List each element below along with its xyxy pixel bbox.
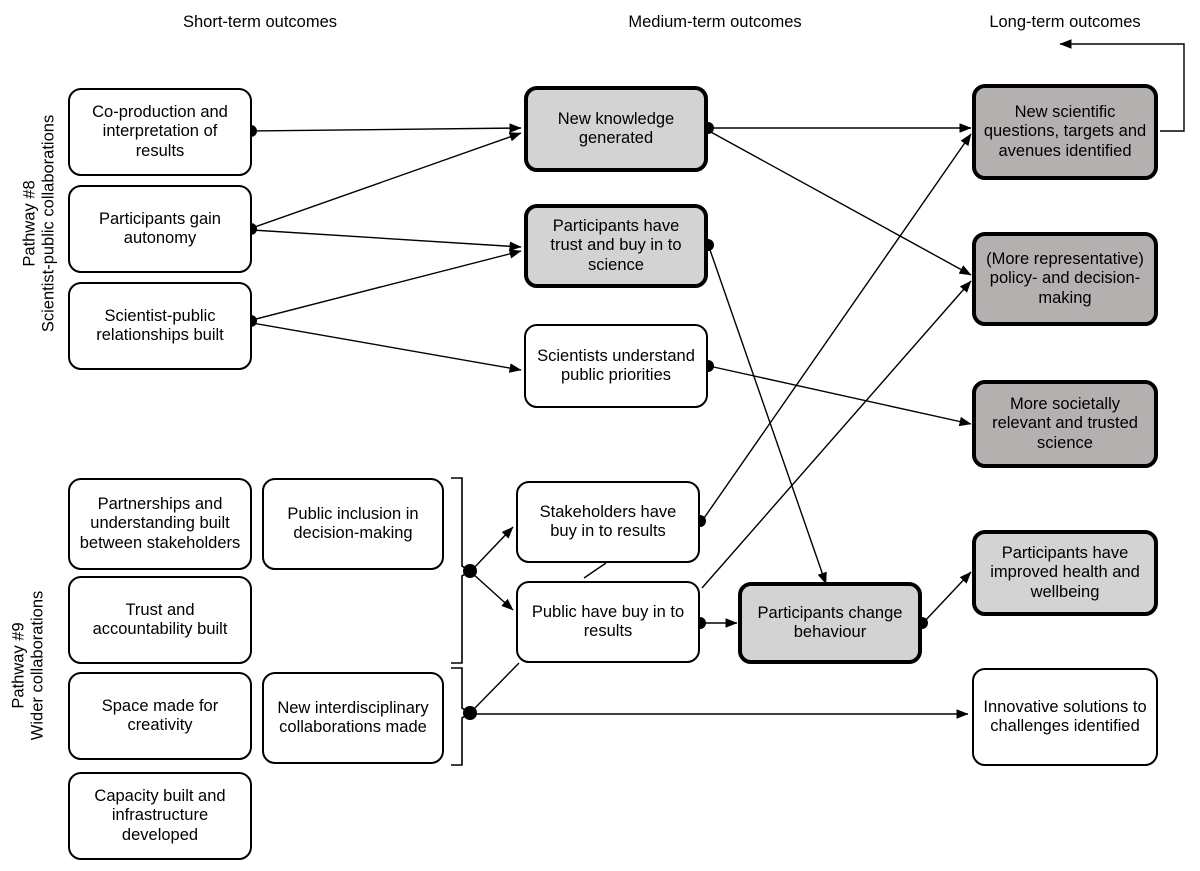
- edge-n1-n4: [251, 123, 522, 133]
- node-label: Participants have improved health and we…: [990, 544, 1140, 601]
- pathway-label-9: Pathway #9 Wider collaborations: [10, 525, 49, 805]
- node-partnerships-and-understanding-built-between-stakeholders[interactable]: Partnerships and understanding built bet…: [68, 478, 252, 570]
- edge-n17-n8: [701, 280, 972, 589]
- node-innovative-solutions-to-challenges-identified[interactable]: Innovative solutions to challenges ident…: [972, 668, 1158, 766]
- node-trust-and-accountability-built[interactable]: Trust and accountability built: [68, 576, 252, 664]
- node-label: Stakeholders have buy in to results: [539, 502, 677, 540]
- node-co-production-and-interpretation-of-results[interactable]: Co-production and interpretation of resu…: [68, 88, 252, 176]
- node-label: Trust and accountability built: [92, 600, 228, 638]
- node-more-societally-relevant-and-trusted-science[interactable]: More societally relevant and trusted sci…: [972, 380, 1158, 468]
- edge-n16-n17-stub: [583, 562, 607, 579]
- node-new-interdisciplinary-collaborations-made[interactable]: New interdisciplinary collaborations mad…: [262, 672, 444, 764]
- node-new-scientific-questions-targets-and-avenues-identified[interactable]: New scientific questions, targets and av…: [972, 84, 1158, 180]
- node-participants-change-behaviour[interactable]: Participants change behaviour: [738, 582, 922, 664]
- connector-dot-bracket2: [463, 706, 477, 720]
- edge-bracket2-n17: [471, 662, 520, 712]
- node-label: Scientist-public relationships built: [96, 306, 224, 344]
- diagram-canvas: Short-term outcomes Medium-term outcomes…: [0, 0, 1200, 871]
- node-label: Capacity built and infrastructure develo…: [94, 787, 226, 844]
- node-public-inclusion-in-decision-making[interactable]: Public inclusion in decision-making: [262, 478, 444, 570]
- node-label: Participants have trust and buy in to sc…: [550, 217, 682, 274]
- node-label: Scientists understand public priorities: [537, 346, 695, 384]
- edge-bracket1-n17: [471, 572, 514, 611]
- node-public-have-buy-in-to-results[interactable]: Public have buy in to results: [516, 581, 700, 663]
- node-label: More societally relevant and trusted sci…: [992, 395, 1138, 452]
- node-new-knowledge-generated[interactable]: New knowledge generated: [524, 86, 708, 172]
- node-space-made-for-creativity[interactable]: Space made for creativity: [68, 672, 252, 760]
- pathway-8-line2: Scientist-public collaborations: [40, 114, 58, 333]
- node-capacity-built-and-infrastructure-developed[interactable]: Capacity built and infrastructure develo…: [68, 772, 252, 860]
- edge-n4-n8: [708, 130, 972, 276]
- edge-n2-n5: [251, 229, 522, 252]
- column-header-long-term: Long-term outcomes: [989, 13, 1141, 31]
- node-label: Participants gain autonomy: [99, 209, 221, 247]
- pathway-9-line1: Pathway #9: [9, 622, 28, 709]
- edge-n6-n9: [708, 365, 972, 427]
- column-header-short-term: Short-term outcomes: [182, 13, 338, 31]
- node-stakeholders-have-buy-in-to-results[interactable]: Stakeholders have buy in to results: [516, 481, 700, 563]
- edge-n2-n4: [251, 132, 522, 229]
- node-label: (More representative) policy- and decisi…: [986, 250, 1144, 307]
- bracket-2: [451, 667, 472, 766]
- connector-dot-bracket1: [463, 564, 477, 578]
- node-more-representative-policy-and-decision-making[interactable]: (More representative) policy- and decisi…: [972, 232, 1158, 326]
- node-label: Participants change behaviour: [757, 603, 903, 641]
- node-label: Partnerships and understanding built bet…: [79, 495, 241, 552]
- edge-n18-n19: [922, 571, 972, 624]
- node-label: Co-production and interpretation of resu…: [92, 103, 228, 160]
- pathway-label-8: Pathway #8 Scientist-public collaboratio…: [21, 83, 60, 363]
- edge-n16-n7: [701, 133, 972, 522]
- column-header-medium-term: Medium-term outcomes: [628, 13, 802, 31]
- node-label: Public have buy in to results: [531, 602, 685, 640]
- edge-n5-n18: [708, 246, 827, 585]
- node-participants-have-trust-and-buy-in-to-science[interactable]: Participants have trust and buy in to sc…: [524, 204, 708, 288]
- edge-n3-n6: [251, 322, 522, 373]
- node-label: New interdisciplinary collaborations mad…: [277, 698, 429, 736]
- node-label: New scientific questions, targets and av…: [983, 103, 1147, 160]
- node-label: Space made for creativity: [101, 696, 219, 734]
- node-scientists-understand-public-priorities[interactable]: Scientists understand public priorities: [524, 324, 708, 408]
- node-scientist-public-relationships-built[interactable]: Scientist-public relationships built: [68, 282, 252, 370]
- pathway-9-line2: Wider collaborations: [29, 590, 47, 741]
- edge-n3-n5: [251, 249, 522, 321]
- pathway-8-line1: Pathway #8: [20, 180, 39, 267]
- node-label: New knowledge generated: [557, 109, 675, 147]
- edge-bracket1-n16: [471, 526, 514, 571]
- bracket-1: [451, 477, 472, 664]
- node-participants-gain-autonomy[interactable]: Participants gain autonomy: [68, 185, 252, 273]
- node-label: Public inclusion in decision-making: [287, 504, 419, 542]
- grouping-brackets: [451, 477, 472, 766]
- node-participants-have-improved-health-and-wellbeing[interactable]: Participants have improved health and we…: [972, 530, 1158, 616]
- node-label: Innovative solutions to challenges ident…: [983, 697, 1147, 735]
